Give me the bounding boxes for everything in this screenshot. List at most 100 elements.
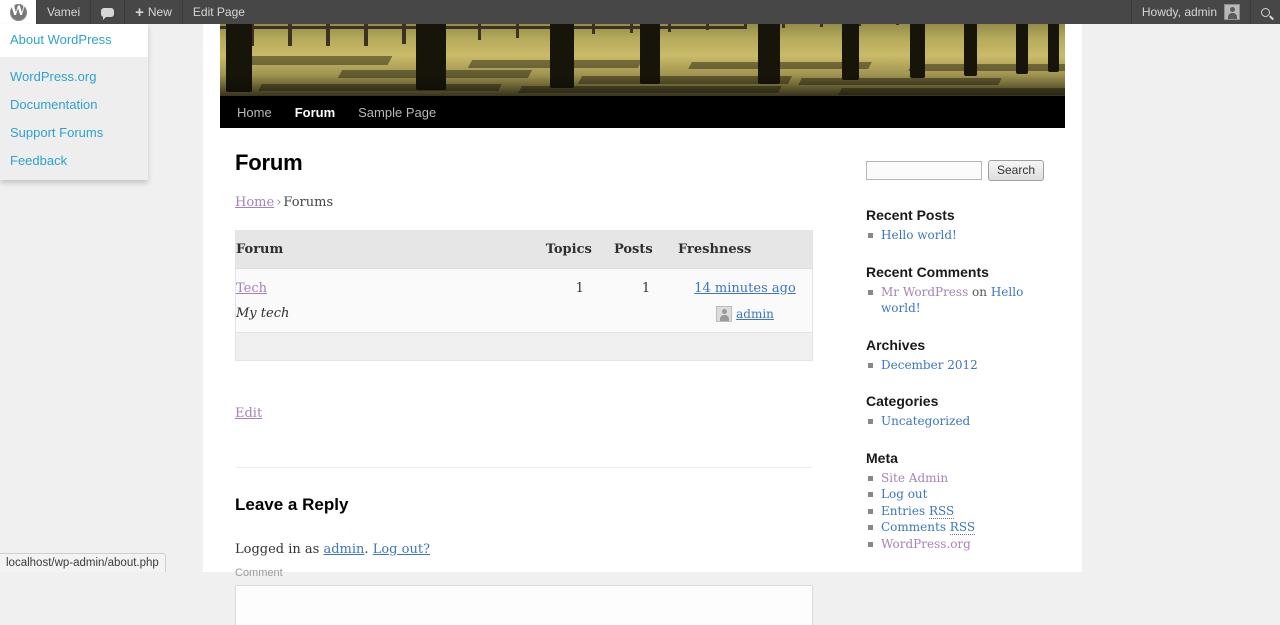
cell-freshness: 14 minutes ago admin xyxy=(678,269,812,333)
admin-bar-search-button[interactable] xyxy=(1251,0,1280,24)
site-name-menu[interactable]: Vamei xyxy=(37,0,90,24)
search-icon xyxy=(1259,6,1272,19)
list-item: Log out xyxy=(866,486,1061,503)
widget-meta: Meta Site Admin Log out Entries RSS Comm… xyxy=(866,450,1061,553)
recent-post-link[interactable]: Hello world! xyxy=(881,228,957,242)
widget-title: Recent Comments xyxy=(866,264,1061,280)
menu-item-wordpress-org[interactable]: WordPress.org xyxy=(0,63,148,91)
status-url: localhost/wp-admin/about.php xyxy=(6,557,159,569)
comment-bubble-icon xyxy=(101,8,114,17)
logged-in-user-link[interactable]: admin xyxy=(323,542,364,557)
cell-topics-count: 1 xyxy=(546,269,614,333)
column-header-freshness: Freshness xyxy=(678,231,812,269)
list-item: Comments RSS xyxy=(866,519,1061,536)
nav-label: Forum xyxy=(295,105,335,120)
meta-link-comments-rss[interactable]: Comments RSS xyxy=(881,520,975,535)
column-header-topics: Topics xyxy=(546,231,614,269)
menu-item-label: Support Forums xyxy=(10,125,103,140)
meta-link-site-admin[interactable]: Site Admin xyxy=(881,471,948,485)
comments-menu-button[interactable] xyxy=(91,0,124,24)
column-header-forum: Forum xyxy=(236,231,546,269)
menu-item-label: About WordPress xyxy=(10,32,112,47)
list-item: Uncategorized xyxy=(866,413,1061,430)
new-content-menu[interactable]: + New xyxy=(125,0,182,24)
freshness-author: admin xyxy=(678,306,812,322)
widget-recent-posts: Recent Posts Hello world! xyxy=(866,207,1061,244)
table-header-row: Forum Topics Posts Freshness xyxy=(236,231,813,269)
column-header-posts: Posts xyxy=(614,231,678,269)
comment-respond-section: Leave a Reply Logged in as admin. Log ou… xyxy=(235,467,813,625)
meta-link-wordpress-org[interactable]: WordPress.org xyxy=(881,537,971,551)
nav-item-home[interactable]: Home xyxy=(237,105,272,120)
menu-item-documentation[interactable]: Documentation xyxy=(0,91,148,119)
menu-item-support-forums[interactable]: Support Forums xyxy=(0,119,148,147)
site-name-label: Vamei xyxy=(47,5,80,19)
logout-link[interactable]: Log out? xyxy=(373,542,430,557)
edit-post-link[interactable]: Edit xyxy=(235,406,262,421)
widget-list: Hello world! xyxy=(866,227,1061,244)
freshness-author-link[interactable]: admin xyxy=(736,307,774,321)
breadcrumb-home-link[interactable]: Home xyxy=(235,195,274,210)
table-footer-row xyxy=(236,333,813,361)
nav-item-sample-page[interactable]: Sample Page xyxy=(358,105,436,120)
user-avatar-icon xyxy=(1224,4,1240,20)
table-footer-cell xyxy=(236,333,813,361)
widget-title: Categories xyxy=(866,393,1061,409)
menu-item-label: Feedback xyxy=(10,153,67,168)
user-avatar-icon xyxy=(716,306,732,322)
menu-item-about-wordpress[interactable]: About WordPress xyxy=(0,24,148,57)
menu-item-label: Documentation xyxy=(10,97,97,112)
list-item: December 2012 xyxy=(866,357,1061,374)
edit-page-menu[interactable]: Edit Page xyxy=(183,0,255,24)
widget-recent-comments: Recent Comments Mr WordPress on Hello wo… xyxy=(866,264,1061,317)
menu-item-label: WordPress.org xyxy=(10,69,96,84)
comment-field-label: Comment xyxy=(235,567,813,579)
widget-list: Site Admin Log out Entries RSS Comments … xyxy=(866,470,1061,553)
archive-link[interactable]: December 2012 xyxy=(881,358,978,372)
breadcrumb-current: Forums xyxy=(283,195,333,210)
howdy-label: Howdy, admin xyxy=(1142,5,1217,19)
widget-title: Recent Posts xyxy=(866,207,1061,223)
logged-in-prefix: Logged in as xyxy=(235,542,319,557)
cell-forum: Tech My tech xyxy=(236,269,546,333)
primary-navigation: Home Forum Sample Page xyxy=(220,96,1065,128)
nav-item-forum[interactable]: Forum xyxy=(295,105,335,120)
widget-list: December 2012 xyxy=(866,357,1061,374)
widget-categories: Categories Uncategorized xyxy=(866,393,1061,430)
my-account-menu[interactable]: Howdy, admin xyxy=(1132,0,1250,24)
page-title: Forum xyxy=(235,150,815,176)
new-label: New xyxy=(148,5,172,19)
category-link[interactable]: Uncategorized xyxy=(881,414,970,428)
widget-title: Meta xyxy=(866,450,1061,466)
widget-list: Mr WordPress on Hello world! xyxy=(866,284,1061,317)
meta-link-log-out[interactable]: Log out xyxy=(881,487,927,501)
comment-textarea[interactable] xyxy=(235,585,813,625)
widget-title: Archives xyxy=(866,337,1061,353)
rss-abbr: RSS xyxy=(950,520,975,535)
forums-table: Forum Topics Posts Freshness Tech My tec… xyxy=(235,230,813,361)
wp-logo-menu-button[interactable]: W xyxy=(0,0,36,24)
comment-author-link[interactable]: Mr WordPress xyxy=(881,285,968,299)
wp-logo-dropdown-menu: About WordPress WordPress.org Documentat… xyxy=(0,24,148,180)
search-widget: Search xyxy=(866,160,1061,181)
freshness-time-link[interactable]: 14 minutes ago xyxy=(694,281,796,296)
meta-link-entries-rss[interactable]: Entries RSS xyxy=(881,504,954,519)
widget-archives: Archives December 2012 xyxy=(866,337,1061,374)
meta-link-text: Comments xyxy=(881,520,950,534)
nav-label: Sample Page xyxy=(358,105,436,120)
search-input[interactable] xyxy=(866,161,982,180)
main-content: Forum Home›Forums Forum Topics Posts Fre… xyxy=(235,150,815,625)
forum-description: My tech xyxy=(236,306,546,321)
list-item: Hello world! xyxy=(866,227,1061,244)
breadcrumb-separator: › xyxy=(274,195,283,210)
site-container: Home Forum Sample Page Forum Home›Forums… xyxy=(203,0,1082,572)
menu-item-feedback[interactable]: Feedback xyxy=(0,147,148,175)
nav-label: Home xyxy=(237,105,272,120)
search-submit-button[interactable]: Search xyxy=(988,160,1044,181)
browser-status-bar: localhost/wp-admin/about.php xyxy=(0,553,166,572)
wordpress-logo-icon: W xyxy=(10,4,27,21)
logged-in-as: Logged in as admin. Log out? xyxy=(235,542,813,557)
meta-link-text: Entries xyxy=(881,504,929,518)
period: . xyxy=(364,542,368,557)
forum-link-tech[interactable]: Tech xyxy=(236,281,267,296)
